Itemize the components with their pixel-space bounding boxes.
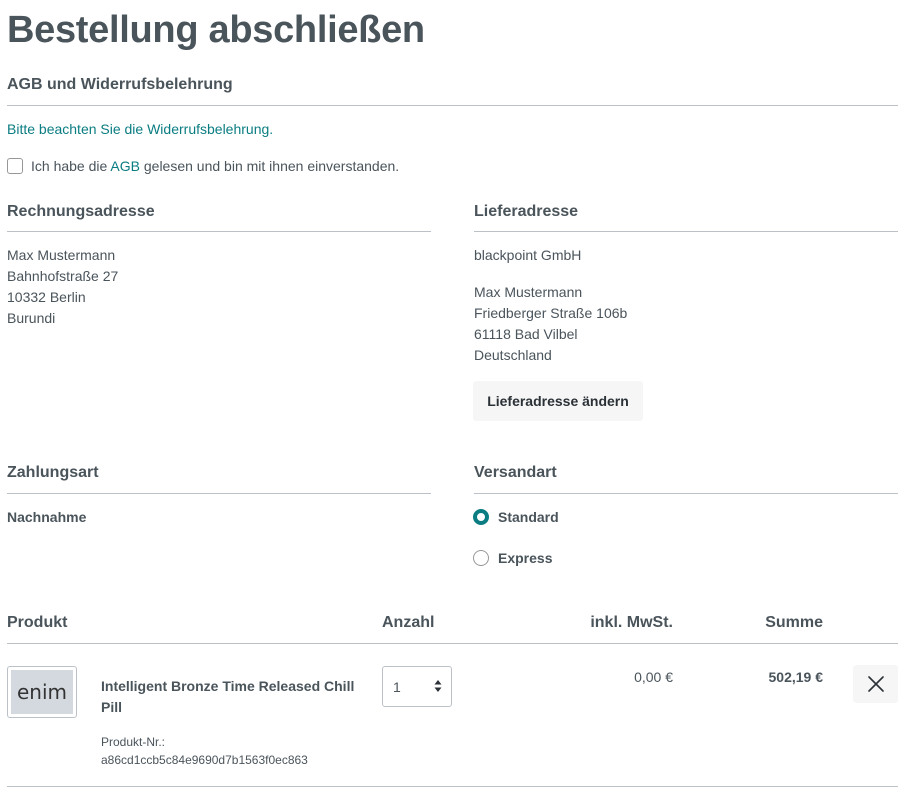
revocation-link[interactable]: Bitte beachten Sie die Widerrufsbelehrun… <box>7 121 273 137</box>
billing-line: Burundi <box>7 310 56 326</box>
product-number-value: a86cd1ccb5c84e9690d7b1563f0ec863 <box>101 753 308 767</box>
shipping-line: 61118 Bad Vilbel <box>474 326 578 342</box>
shipping-express-label[interactable]: Express <box>498 550 552 566</box>
billing-line: Bahnhofstraße 27 <box>7 268 119 284</box>
quantity-select[interactable]: 1 <box>382 666 452 707</box>
tos-checkbox[interactable] <box>7 158 23 174</box>
col-header-total: Summe <box>765 614 823 631</box>
col-header-tax: inkl. MwSt. <box>590 614 673 631</box>
product-thumbnail[interactable]: enim <box>7 666 77 718</box>
payment-method: Nachnahme <box>7 509 87 525</box>
shipping-standard-label[interactable]: Standard <box>498 509 559 525</box>
billing-line: Max Mustermann <box>7 247 116 263</box>
page-title: Bestellung abschließen <box>7 9 425 51</box>
product-total: 502,19 € <box>768 669 824 685</box>
quantity-value: 1 <box>393 679 401 695</box>
divider <box>7 786 898 787</box>
shipping-line: Max Mustermann <box>474 284 583 300</box>
shipping-method-title: Versandart <box>474 464 557 481</box>
tos-checkbox-label[interactable]: Ich habe die AGB gelesen und bin mit ihn… <box>31 158 399 174</box>
shipping-line: Deutschland <box>474 347 552 363</box>
divider <box>7 643 898 644</box>
remove-item-button[interactable] <box>853 665 898 703</box>
tos-section-title: AGB und Widerrufsbelehrung <box>7 76 233 93</box>
shipping-company: blackpoint GmbH <box>474 247 582 263</box>
product-number: Produkt-Nr.: a86cd1ccb5c84e9690d7b1563f0… <box>101 733 308 769</box>
col-header-product: Produkt <box>7 614 68 631</box>
payment-title: Zahlungsart <box>7 464 99 481</box>
divider <box>474 231 898 232</box>
shipping-standard-radio[interactable] <box>473 509 489 525</box>
billing-line: 10332 Berlin <box>7 289 86 305</box>
divider <box>7 105 898 106</box>
tos-label-prefix: Ich habe die <box>31 158 111 174</box>
billing-address: Max Mustermann Bahnhofstraße 27 10332 Be… <box>7 245 118 329</box>
divider <box>474 493 898 494</box>
change-shipping-address-button[interactable]: Lieferadresse ändern <box>473 381 643 421</box>
divider <box>7 231 431 232</box>
product-tax: 0,00 € <box>634 669 673 685</box>
product-image: enim <box>11 670 73 714</box>
product-name[interactable]: Intelligent Bronze Time Released Chill P… <box>101 676 371 718</box>
divider <box>7 493 431 494</box>
shipping-line: Friedberger Straße 106b <box>474 305 628 321</box>
billing-title: Rechnungsadresse <box>7 203 155 220</box>
product-number-label: Produkt-Nr.: <box>101 735 166 749</box>
agb-link[interactable]: AGB <box>110 158 140 174</box>
shipping-express-radio[interactable] <box>473 550 489 566</box>
sort-arrows-icon <box>434 680 442 692</box>
tos-label-suffix: gelesen und bin mit ihnen einverstanden. <box>139 158 400 174</box>
shipping-title: Lieferadresse <box>474 203 579 220</box>
col-header-quantity: Anzahl <box>382 614 435 631</box>
shipping-address: Max Mustermann Friedberger Straße 106b 6… <box>474 282 627 366</box>
close-icon <box>867 676 884 692</box>
